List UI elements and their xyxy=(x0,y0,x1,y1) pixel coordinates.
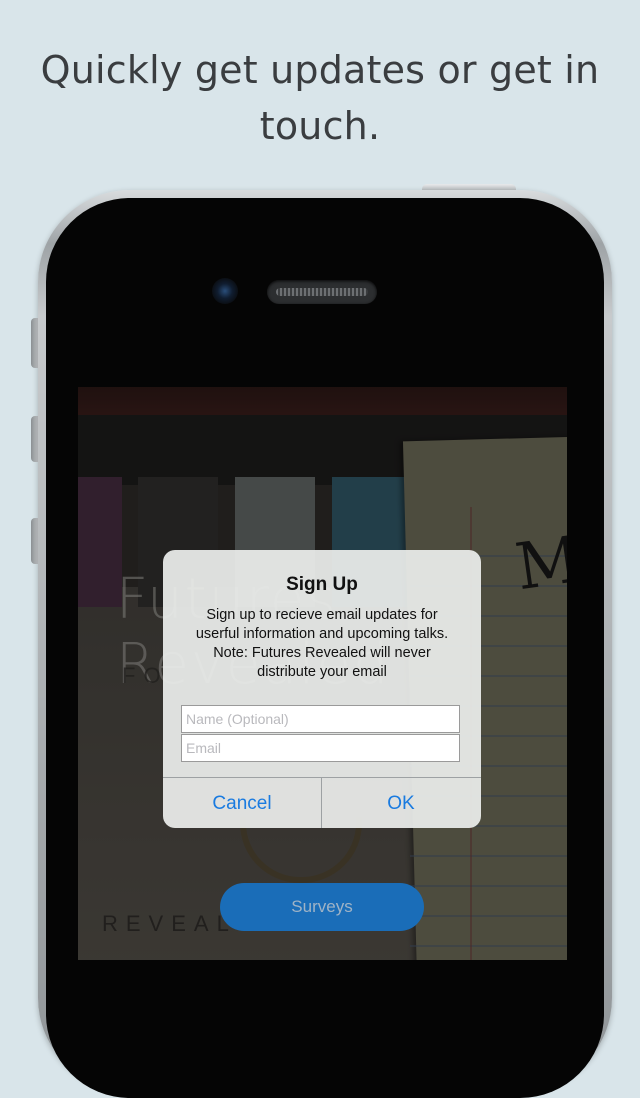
cancel-button[interactable]: Cancel xyxy=(163,778,321,828)
alert-message-line: distribute your email xyxy=(257,664,387,680)
headline-line-2: touch. xyxy=(259,104,381,148)
marketing-headline: Quickly get updates or get in touch. xyxy=(0,42,640,154)
headline-line-1: Quickly get updates or get in xyxy=(40,48,600,92)
alert-message: Sign up to recieve email updates for use… xyxy=(175,606,469,682)
email-input[interactable] xyxy=(181,734,460,762)
speaker-grill xyxy=(276,288,368,296)
alert-message-line: userful information and upcoming talks. xyxy=(195,626,449,642)
front-camera-icon xyxy=(212,278,238,304)
name-input[interactable] xyxy=(181,705,460,733)
alert-message-line: Note: Futures Revealed will never xyxy=(213,645,431,661)
surveys-button[interactable]: Surveys xyxy=(220,883,424,931)
sign-up-alert: Sign Up Sign up to recieve email updates… xyxy=(163,550,481,828)
ok-button[interactable]: OK xyxy=(322,778,480,828)
alert-message-line: Sign up to recieve email updates for xyxy=(206,607,438,623)
alert-title: Sign Up xyxy=(286,574,358,595)
